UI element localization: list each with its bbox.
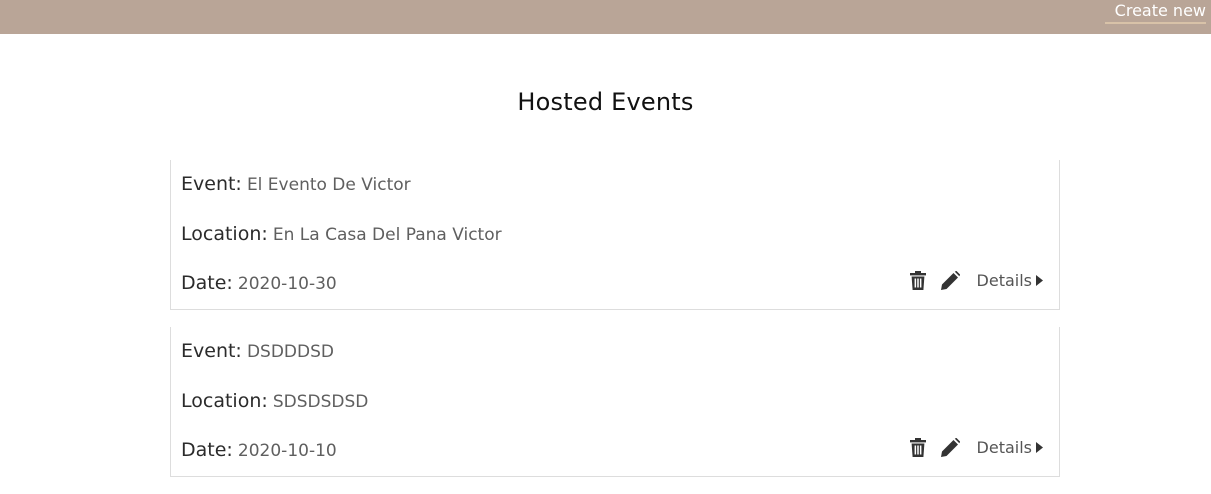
caret-right-icon bbox=[1036, 274, 1043, 286]
event-name-row: Event: El Evento De Victor bbox=[181, 173, 411, 195]
event-date-row: Date: 2020-10-10 bbox=[181, 439, 337, 461]
event-date: 2020-10-30 bbox=[237, 274, 337, 294]
date-label: Date: bbox=[181, 272, 233, 294]
event-actions: Details bbox=[908, 435, 1043, 459]
date-label: Date: bbox=[181, 439, 233, 461]
event-location: SDSDSDSD bbox=[272, 392, 369, 412]
event-label: Event: bbox=[181, 173, 242, 195]
create-new-link[interactable]: Create new bbox=[1104, 0, 1206, 24]
page-title: Hosted Events bbox=[517, 88, 694, 116]
event-card: Event: El Evento De Victor Location: En … bbox=[170, 160, 1060, 310]
event-label: Event: bbox=[181, 340, 242, 362]
details-link[interactable]: Details bbox=[977, 271, 1043, 290]
event-actions: Details bbox=[908, 268, 1043, 292]
event-location-row: Location: En La Casa Del Pana Victor bbox=[181, 223, 502, 245]
event-name-row: Event: DSDDDSD bbox=[181, 340, 334, 362]
details-label: Details bbox=[976, 270, 1032, 290]
event-date: 2020-10-10 bbox=[237, 441, 337, 461]
trash-icon[interactable] bbox=[908, 436, 928, 458]
event-list: Event: El Evento De Victor Location: En … bbox=[170, 160, 1060, 494]
caret-right-icon bbox=[1036, 441, 1043, 453]
event-location-row: Location: SDSDSDSD bbox=[181, 390, 368, 412]
event-date-row: Date: 2020-10-30 bbox=[181, 272, 337, 294]
details-label: Details bbox=[976, 437, 1032, 457]
event-card: Event: DSDDDSD Location: SDSDSDSD Date: … bbox=[170, 327, 1060, 477]
pencil-icon[interactable] bbox=[941, 269, 961, 291]
event-location: En La Casa Del Pana Victor bbox=[272, 225, 502, 245]
location-label: Location: bbox=[181, 390, 268, 412]
pencil-icon[interactable] bbox=[941, 436, 961, 458]
event-name: DSDDDSD bbox=[246, 342, 334, 362]
trash-icon[interactable] bbox=[908, 269, 928, 291]
location-label: Location: bbox=[181, 223, 268, 245]
details-link[interactable]: Details bbox=[977, 438, 1043, 457]
event-name: El Evento De Victor bbox=[246, 175, 411, 195]
top-nav-bar: Create new bbox=[0, 0, 1211, 34]
